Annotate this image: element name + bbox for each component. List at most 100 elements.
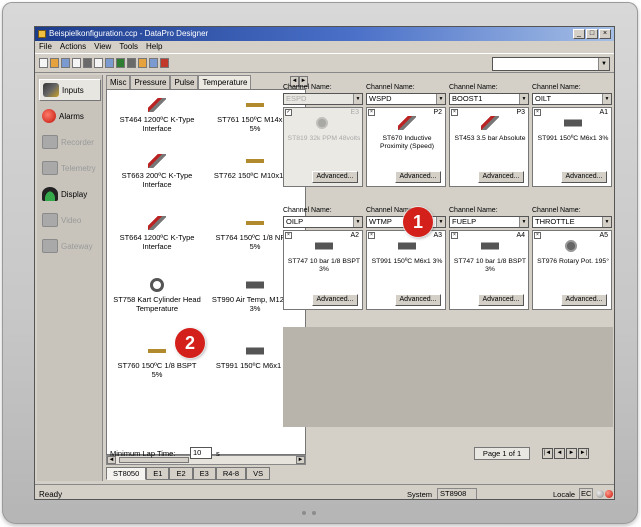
ecu-icon[interactable] [127,58,136,68]
title-bar: Beispielkonfiguration.ccp - DataPro Desi… [35,27,614,41]
advanced-button[interactable]: Advanced... [561,171,607,183]
channel-card[interactable]: × P2 ST670 Inductive Proximity (Speed) A… [366,107,446,187]
new-icon[interactable] [39,58,48,68]
tab-e3[interactable]: E3 [192,467,216,480]
save-icon[interactable] [61,58,70,68]
remove-sensor-icon[interactable]: ✓ [285,109,292,116]
advanced-button[interactable]: Advanced... [312,294,358,306]
stop-icon[interactable] [160,58,169,68]
advanced-button[interactable]: Advanced... [478,171,524,183]
channel-name-select[interactable]: OILP ▼ [283,216,363,228]
last-page-button[interactable]: ►| [578,448,589,459]
channel-id: A2 [350,232,359,239]
nav-item-inputs[interactable]: Inputs [39,79,101,101]
advanced-button[interactable]: Advanced... [312,171,358,183]
channel-name-select[interactable]: BOOST1 ▼ [449,93,529,105]
channel-name-select[interactable]: THROTTLE ▼ [532,216,612,228]
flash-icon[interactable] [149,58,158,68]
channel-id: P3 [516,109,525,116]
tab-vs[interactable]: VS [246,467,271,480]
remove-sensor-icon[interactable]: × [451,109,458,116]
menu-view[interactable]: View [94,41,111,53]
copy-icon[interactable] [72,58,81,68]
tab-e2[interactable]: E2 [169,467,193,480]
gear-sensor-icon [315,116,329,130]
tab-pulse[interactable]: Pulse [170,75,199,89]
advanced-button[interactable]: Advanced... [395,171,441,183]
minimize-button[interactable]: _ [573,29,585,39]
min-lap-unit: s [216,449,220,458]
remove-sensor-icon[interactable]: × [285,232,292,239]
advanced-button[interactable]: Advanced... [395,294,441,306]
tab-temperature[interactable]: Temperature [198,75,252,89]
channel-slot: Channel Name: OILT ▼ × A1 ST991 150ºC M6… [532,84,612,189]
nav-item-display[interactable]: Display [39,183,101,205]
receive-icon[interactable] [116,58,125,68]
channel-slot: Channel Name: ESPD ▼ ✓ E3 ST819 32k PPM … [283,84,363,189]
channel-name-select[interactable]: FUELP ▼ [449,216,529,228]
tab-st8050[interactable]: ST8050 [106,467,147,480]
print-icon[interactable] [94,58,103,68]
channel-name-select[interactable]: WSPD ▼ [366,93,446,105]
nav-item-gateway[interactable]: Gateway [39,235,101,257]
nav-item-alarms[interactable]: Alarms [39,105,101,127]
chevron-down-icon: ▼ [598,58,609,70]
channel-card[interactable]: × A1 ST991 150ºC M6x1 3% Advanced... [532,107,612,187]
sensor-item[interactable]: ST758 Kart Cylinder Head Temperature [113,278,201,313]
channel-card[interactable]: × A4 ST747 10 bar 1/8 BSPT 3% Advanced..… [449,230,529,310]
sensor-description: ST991 150ºC M6x1 3% [537,135,609,142]
menu-help[interactable]: Help [146,41,162,53]
thermocouple-icon [148,98,166,112]
channel-slot: Channel Name: WSPD ▼ × P2 ST670 Inductiv… [366,84,446,189]
sensor-label: ST758 Kart Cylinder Head Temperature [113,295,201,313]
ring-sensor-icon [150,278,164,292]
min-lap-input[interactable]: 10 [190,447,212,459]
chevron-down-icon: ▼ [436,94,445,104]
remove-sensor-icon[interactable]: × [534,109,541,116]
remove-sensor-icon[interactable]: × [451,232,458,239]
channel-name-select[interactable]: ESPD ▼ [283,93,363,105]
system-label: System [407,490,433,499]
first-page-button[interactable]: |◄ [542,448,553,459]
remove-sensor-icon[interactable]: × [534,232,541,239]
status-led [312,511,316,515]
locale-label: Locale [553,490,576,499]
send-icon[interactable] [105,58,114,68]
remove-sensor-icon[interactable]: × [368,232,375,239]
advanced-button[interactable]: Advanced... [561,294,607,306]
sensor-item[interactable]: ST464 1200ºC K-Type Interface [113,98,201,133]
maximize-button[interactable]: □ [586,29,598,39]
menu-actions[interactable]: Actions [60,41,86,53]
chevron-down-icon: ▼ [602,217,611,227]
toolbar-dropdown[interactable]: ▼ [492,57,610,71]
nav-item-video[interactable]: Video [39,209,101,231]
close-button[interactable]: × [599,29,611,39]
application-window: Beispielkonfiguration.ccp - DataPro Desi… [34,26,615,500]
menu-tools[interactable]: Tools [119,41,138,53]
channel-id: A5 [599,232,608,239]
menu-file[interactable]: File [39,41,52,53]
page-indicator: Page 1 of 1 [474,447,530,460]
prev-page-button[interactable]: ◄ [554,448,565,459]
channel-name-select[interactable]: OILT ▼ [532,93,612,105]
remove-sensor-icon[interactable]: × [368,109,375,116]
open-icon[interactable] [50,58,59,68]
brass-sensor-icon [246,98,264,112]
tab-r4-8[interactable]: R4-8 [215,467,247,480]
channel-card[interactable]: × A3 ST991 150ºC M6x1 3% Advanced... [366,230,446,310]
channel-card[interactable]: × P3 ST453 3.5 bar Absolute Advanced... [449,107,529,187]
tab-pressure[interactable]: Pressure [130,75,171,89]
sensor-item[interactable]: ST663 200ºC K-Type Interface [113,154,201,189]
tab-misc[interactable]: Misc [106,75,131,89]
channel-card[interactable]: × A5 ST976 Rotary Pot. 195° Advanced... [532,230,612,310]
sensor-item[interactable]: ST664 1200ºC K-Type Interface [113,216,201,251]
paste-icon[interactable] [83,58,92,68]
nav-item-recorder[interactable]: Recorder [39,131,101,153]
channel-card[interactable]: × A2 ST747 10 bar 1/8 BSPT 3% Advanced..… [283,230,363,310]
nav-item-telemetry[interactable]: Telemetry [39,157,101,179]
channel-card[interactable]: ✓ E3 ST819 32k PPM 48volts Advanced... [283,107,363,187]
tab-e1[interactable]: E1 [146,467,170,480]
next-page-button[interactable]: ► [566,448,577,459]
settings-icon[interactable] [138,58,147,68]
advanced-button[interactable]: Advanced... [478,294,524,306]
